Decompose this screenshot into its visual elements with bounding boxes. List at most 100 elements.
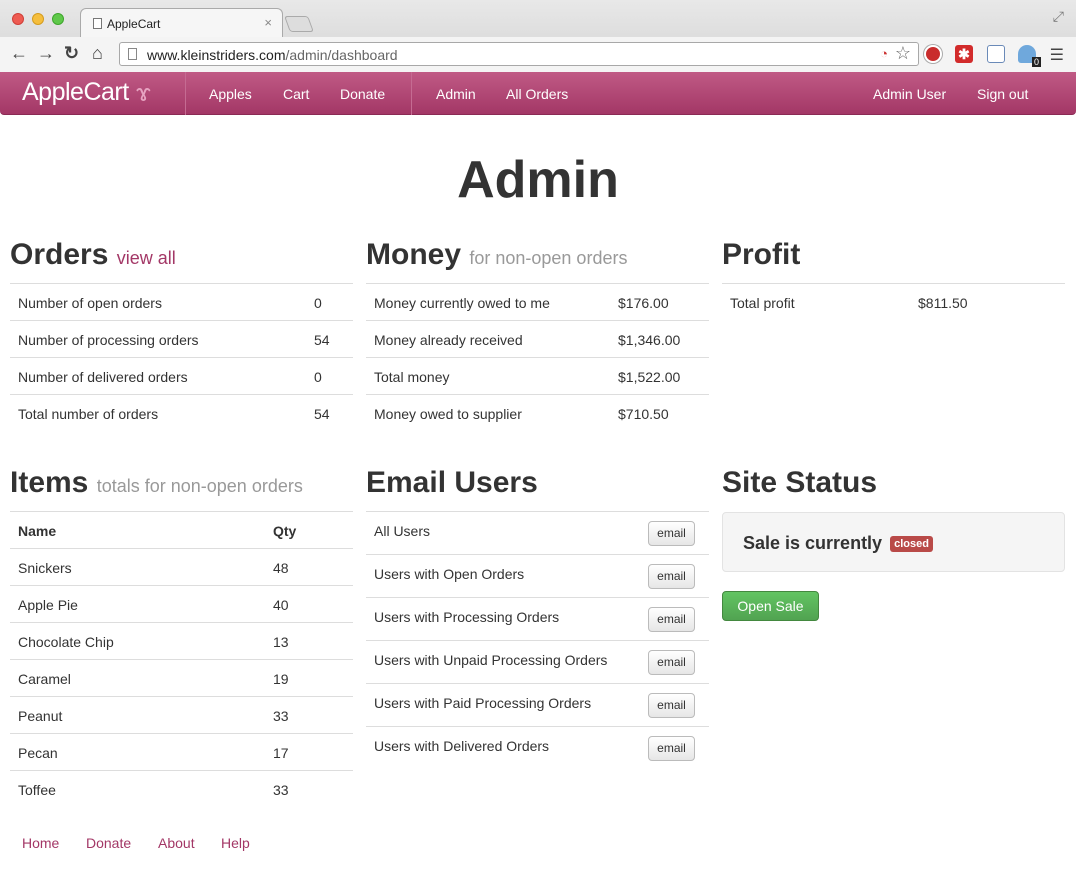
address-bar[interactable]: www.kleinstriders.com/admin/dashboard ◔ … (119, 42, 919, 66)
window-icon[interactable] (987, 45, 1005, 63)
column-header-name: Name (18, 523, 57, 539)
row-value: $176.00 (618, 295, 669, 311)
email-row: Users with Delivered Orders email (366, 727, 709, 770)
url-text[interactable]: www.kleinstriders.com/admin/dashboard (147, 47, 398, 63)
site-status-heading: Site Status (722, 466, 878, 499)
minimize-window-button[interactable] (32, 13, 44, 25)
table-row: Total number of orders 54 (10, 395, 353, 432)
ghostery-icon[interactable]: 0 (1018, 45, 1041, 67)
page-icon (128, 48, 137, 60)
row-label: Money currently owed to me (374, 295, 550, 311)
email-button[interactable]: email (648, 650, 695, 675)
url-path: /admin/dashboard (285, 47, 398, 63)
email-users-section: Email Users All Users email Users with Op… (366, 464, 709, 770)
page-icon (93, 18, 102, 29)
email-button[interactable]: email (648, 564, 695, 589)
close-window-button[interactable] (12, 13, 24, 25)
table-row: Toffee 33 (10, 771, 353, 808)
eye-icon[interactable]: ◔ (880, 46, 888, 61)
email-group-label: Users with Processing Orders (374, 609, 560, 625)
items-subtitle: totals for non-open orders (96, 476, 303, 496)
email-button[interactable]: email (648, 736, 695, 761)
row-label: Number of processing orders (18, 332, 199, 348)
row-value: 0 (314, 295, 322, 311)
item-name: Chocolate Chip (18, 634, 114, 650)
email-group-label: All Users (374, 523, 431, 539)
table-row: Caramel 19 (10, 660, 353, 697)
nav-apples[interactable]: Apples (209, 86, 252, 102)
table-row: Money currently owed to me $176.00 (366, 284, 709, 321)
ribbon-icon: ɤ (136, 80, 151, 107)
brand-logo[interactable]: AppleCart (22, 78, 129, 107)
item-qty: 17 (273, 745, 289, 761)
view-all-link[interactable]: view all (117, 248, 176, 268)
nav-cart[interactable]: Cart (283, 86, 309, 102)
site-status-section: Site Status Sale is currently closed Ope… (722, 464, 1065, 624)
row-value: $1,346.00 (618, 332, 681, 348)
footer-help-link[interactable]: Help (221, 835, 250, 851)
forward-icon[interactable]: → (37, 43, 55, 64)
row-label: Total number of orders (18, 406, 159, 422)
email-button[interactable]: email (648, 521, 695, 546)
row-value: $811.50 (918, 295, 968, 311)
row-label: Total profit (730, 295, 795, 311)
item-qty: 33 (273, 782, 289, 798)
item-qty: 40 (273, 597, 289, 613)
ublock-icon[interactable] (924, 45, 942, 63)
tab-title: AppleCart (107, 17, 161, 31)
back-icon[interactable]: ← (10, 43, 28, 64)
profit-heading: Profit (722, 236, 1065, 284)
row-label: Number of delivered orders (18, 369, 188, 385)
money-heading: Money for non-open orders (366, 236, 709, 284)
nav-donate[interactable]: Donate (340, 86, 385, 102)
tab-close-icon[interactable]: × (264, 15, 272, 30)
items-title: Items (10, 466, 89, 499)
email-button[interactable]: email (648, 693, 695, 718)
extension-badge: 0 (1031, 57, 1041, 67)
table-row: Total profit $811.50 (722, 284, 1065, 321)
item-name: Peanut (18, 708, 63, 724)
browser-tab[interactable]: AppleCart × (80, 8, 283, 37)
nav-admin[interactable]: Admin (436, 86, 476, 102)
email-group-label: Users with Delivered Orders (374, 738, 550, 754)
table-row: Apple Pie 40 (10, 586, 353, 623)
browser-toolbar: ← → ↻ ⌂ www.kleinstriders.com/admin/dash… (0, 37, 1076, 72)
email-row: Users with Paid Processing Orders email (366, 684, 709, 727)
money-title: Money (366, 238, 462, 271)
nav-all-orders[interactable]: All Orders (506, 86, 568, 102)
footer-about-link[interactable]: About (158, 835, 195, 851)
item-name: Caramel (18, 671, 71, 687)
items-heading: Items totals for non-open orders (10, 464, 353, 512)
item-name: Snickers (18, 560, 72, 576)
table-row: Number of processing orders 54 (10, 321, 353, 358)
open-sale-button[interactable]: Open Sale (722, 591, 819, 621)
email-users-heading: Email Users (366, 464, 709, 512)
item-name: Apple Pie (18, 597, 78, 613)
money-section: Money for non-open orders Money currentl… (366, 236, 709, 432)
email-group-label: Users with Open Orders (374, 566, 525, 582)
table-row: Snickers 48 (10, 549, 353, 586)
profit-section: Profit Total profit $811.50 (722, 236, 1065, 321)
item-qty: 33 (273, 708, 289, 724)
home-icon[interactable]: ⌂ (92, 43, 103, 64)
row-value: $710.50 (618, 406, 669, 422)
nav-signout[interactable]: Sign out (977, 86, 1028, 102)
item-qty: 19 (273, 671, 289, 687)
bookmark-star-icon[interactable]: ☆ (895, 43, 911, 64)
fullscreen-icon[interactable]: ⤢ (1053, 8, 1064, 25)
url-host: www.kleinstriders.com (147, 47, 286, 63)
footer-home-link[interactable]: Home (22, 835, 59, 851)
zoom-window-button[interactable] (52, 13, 64, 25)
row-value: $1,522.00 (618, 369, 681, 385)
app-navbar: AppleCart ɤ Apples Cart Donate Admin All… (0, 72, 1076, 115)
menu-icon[interactable]: ☰ (1050, 45, 1064, 65)
footer-donate-link[interactable]: Donate (86, 835, 131, 851)
email-button[interactable]: email (648, 607, 695, 632)
table-row: Number of open orders 0 (10, 284, 353, 321)
reload-icon[interactable]: ↻ (64, 43, 79, 64)
nav-user[interactable]: Admin User (873, 86, 946, 102)
lastpass-icon[interactable]: ✱ (955, 45, 973, 63)
new-tab-button[interactable] (284, 16, 314, 32)
status-text: Sale is currently closed (743, 533, 933, 554)
item-qty: 48 (273, 560, 289, 576)
